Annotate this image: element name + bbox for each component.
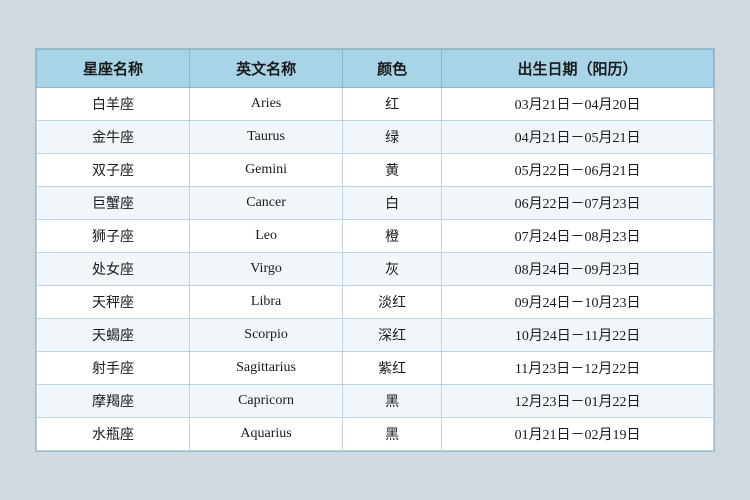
- cell-english-name: Aquarius: [190, 418, 343, 451]
- cell-color: 黄: [343, 154, 442, 187]
- cell-dates: 08月24日－09月23日: [442, 253, 714, 286]
- cell-color: 红: [343, 88, 442, 121]
- table-row: 水瓶座Aquarius黑01月21日－02月19日: [37, 418, 714, 451]
- cell-dates: 11月23日－12月22日: [442, 352, 714, 385]
- header-english-name: 英文名称: [190, 50, 343, 88]
- cell-color: 深红: [343, 319, 442, 352]
- table-header-row: 星座名称 英文名称 颜色 出生日期（阳历）: [37, 50, 714, 88]
- cell-english-name: Cancer: [190, 187, 343, 220]
- table-row: 白羊座Aries红03月21日－04月20日: [37, 88, 714, 121]
- table-row: 天蝎座Scorpio深红10月24日－11月22日: [37, 319, 714, 352]
- cell-chinese-name: 狮子座: [37, 220, 190, 253]
- cell-english-name: Virgo: [190, 253, 343, 286]
- cell-color: 灰: [343, 253, 442, 286]
- table-row: 摩羯座Capricorn黑12月23日－01月22日: [37, 385, 714, 418]
- cell-english-name: Capricorn: [190, 385, 343, 418]
- cell-color: 淡红: [343, 286, 442, 319]
- table-row: 狮子座Leo橙07月24日－08月23日: [37, 220, 714, 253]
- cell-english-name: Scorpio: [190, 319, 343, 352]
- cell-english-name: Sagittarius: [190, 352, 343, 385]
- cell-english-name: Aries: [190, 88, 343, 121]
- table-row: 巨蟹座Cancer白06月22日－07月23日: [37, 187, 714, 220]
- cell-dates: 12月23日－01月22日: [442, 385, 714, 418]
- cell-chinese-name: 射手座: [37, 352, 190, 385]
- cell-chinese-name: 天秤座: [37, 286, 190, 319]
- cell-chinese-name: 金牛座: [37, 121, 190, 154]
- header-dates: 出生日期（阳历）: [442, 50, 714, 88]
- header-chinese-name: 星座名称: [37, 50, 190, 88]
- cell-color: 黑: [343, 385, 442, 418]
- cell-dates: 06月22日－07月23日: [442, 187, 714, 220]
- cell-dates: 10月24日－11月22日: [442, 319, 714, 352]
- cell-english-name: Leo: [190, 220, 343, 253]
- cell-color: 黑: [343, 418, 442, 451]
- table-row: 天秤座Libra淡红09月24日－10月23日: [37, 286, 714, 319]
- cell-color: 白: [343, 187, 442, 220]
- cell-chinese-name: 双子座: [37, 154, 190, 187]
- cell-dates: 03月21日－04月20日: [442, 88, 714, 121]
- cell-english-name: Libra: [190, 286, 343, 319]
- cell-dates: 04月21日－05月21日: [442, 121, 714, 154]
- cell-dates: 01月21日－02月19日: [442, 418, 714, 451]
- cell-chinese-name: 巨蟹座: [37, 187, 190, 220]
- header-color: 颜色: [343, 50, 442, 88]
- cell-color: 绿: [343, 121, 442, 154]
- cell-dates: 07月24日－08月23日: [442, 220, 714, 253]
- cell-chinese-name: 天蝎座: [37, 319, 190, 352]
- cell-dates: 09月24日－10月23日: [442, 286, 714, 319]
- cell-color: 橙: [343, 220, 442, 253]
- table-row: 射手座Sagittarius紫红11月23日－12月22日: [37, 352, 714, 385]
- cell-color: 紫红: [343, 352, 442, 385]
- cell-dates: 05月22日－06月21日: [442, 154, 714, 187]
- cell-chinese-name: 处女座: [37, 253, 190, 286]
- zodiac-table: 星座名称 英文名称 颜色 出生日期（阳历） 白羊座Aries红03月21日－04…: [36, 49, 714, 451]
- cell-chinese-name: 白羊座: [37, 88, 190, 121]
- cell-english-name: Gemini: [190, 154, 343, 187]
- cell-chinese-name: 水瓶座: [37, 418, 190, 451]
- table-body: 白羊座Aries红03月21日－04月20日金牛座Taurus绿04月21日－0…: [37, 88, 714, 451]
- cell-chinese-name: 摩羯座: [37, 385, 190, 418]
- table-row: 处女座Virgo灰08月24日－09月23日: [37, 253, 714, 286]
- table-row: 金牛座Taurus绿04月21日－05月21日: [37, 121, 714, 154]
- table-row: 双子座Gemini黄05月22日－06月21日: [37, 154, 714, 187]
- zodiac-table-container: 星座名称 英文名称 颜色 出生日期（阳历） 白羊座Aries红03月21日－04…: [35, 48, 715, 452]
- cell-english-name: Taurus: [190, 121, 343, 154]
